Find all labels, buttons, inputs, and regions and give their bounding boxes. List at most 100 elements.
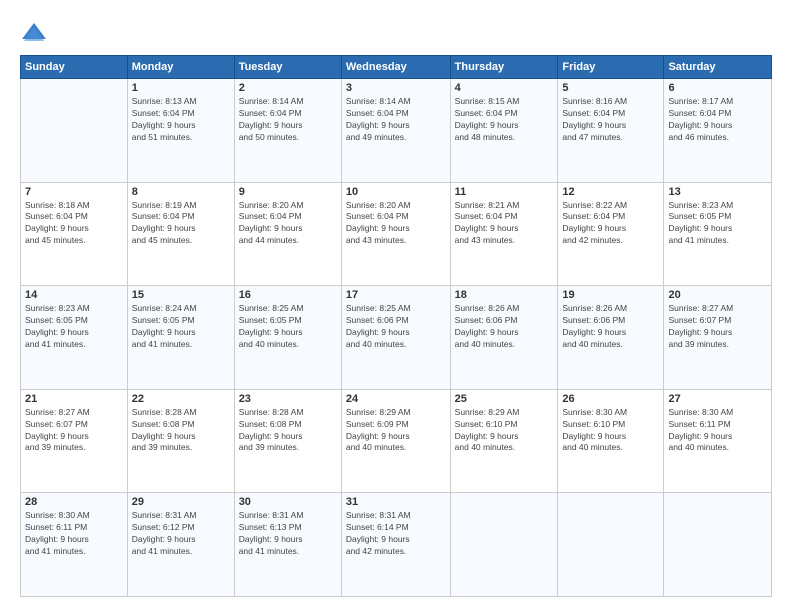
day-info: Sunrise: 8:29 AM Sunset: 6:09 PM Dayligh…	[346, 407, 446, 455]
calendar-cell: 10 Sunrise: 8:20 AM Sunset: 6:04 PM Dayli…	[341, 182, 450, 286]
calendar-cell	[558, 493, 664, 597]
calendar-weekday: Friday	[558, 56, 664, 79]
header	[20, 15, 772, 47]
day-info: Sunrise: 8:28 AM Sunset: 6:08 PM Dayligh…	[132, 407, 230, 455]
calendar-cell: 24 Sunrise: 8:29 AM Sunset: 6:09 PM Dayli…	[341, 389, 450, 493]
calendar-cell: 19 Sunrise: 8:26 AM Sunset: 6:06 PM Dayli…	[558, 286, 664, 390]
day-info: Sunrise: 8:15 AM Sunset: 6:04 PM Dayligh…	[455, 96, 554, 144]
calendar-weekday: Tuesday	[234, 56, 341, 79]
day-number: 9	[239, 186, 337, 198]
calendar-week-row: 28 Sunrise: 8:30 AM Sunset: 6:11 PM Dayli…	[21, 493, 772, 597]
day-info: Sunrise: 8:22 AM Sunset: 6:04 PM Dayligh…	[562, 200, 659, 248]
calendar-cell: 26 Sunrise: 8:30 AM Sunset: 6:10 PM Dayli…	[558, 389, 664, 493]
calendar-cell: 2Sunrise: 8:14 AM Sunset: 6:04 PM Daylig…	[234, 79, 341, 183]
day-info: Sunrise: 8:16 AM Sunset: 6:04 PM Dayligh…	[562, 96, 659, 144]
day-info: Sunrise: 8:26 AM Sunset: 6:06 PM Dayligh…	[455, 303, 554, 351]
calendar: SundayMondayTuesdayWednesdayThursdayFrid…	[20, 55, 772, 597]
day-number: 7	[25, 186, 123, 198]
day-number: 8	[132, 186, 230, 198]
calendar-cell: 23Sunrise: 8:28 AM Sunset: 6:08 PM Dayli…	[234, 389, 341, 493]
calendar-cell: 31Sunrise: 8:31 AM Sunset: 6:14 PM Dayli…	[341, 493, 450, 597]
day-number: 11	[455, 186, 554, 198]
day-info: Sunrise: 8:30 AM Sunset: 6:11 PM Dayligh…	[25, 510, 123, 558]
calendar-cell	[21, 79, 128, 183]
day-info: Sunrise: 8:28 AM Sunset: 6:08 PM Dayligh…	[239, 407, 337, 455]
calendar-cell: 29 Sunrise: 8:31 AM Sunset: 6:12 PM Dayli…	[127, 493, 234, 597]
day-info: Sunrise: 8:26 AM Sunset: 6:06 PM Dayligh…	[562, 303, 659, 351]
calendar-weekday: Wednesday	[341, 56, 450, 79]
calendar-cell: 14 Sunrise: 8:23 AM Sunset: 6:05 PM Dayli…	[21, 286, 128, 390]
logo	[20, 19, 52, 47]
calendar-cell: 6Sunrise: 8:17 AM Sunset: 6:04 PM Daylig…	[664, 79, 772, 183]
calendar-cell: 5 Sunrise: 8:16 AM Sunset: 6:04 PM Daylig…	[558, 79, 664, 183]
calendar-cell: 16 Sunrise: 8:25 AM Sunset: 6:05 PM Dayli…	[234, 286, 341, 390]
page: SundayMondayTuesdayWednesdayThursdayFrid…	[0, 0, 792, 612]
day-number: 16	[239, 289, 337, 301]
day-info: Sunrise: 8:13 AM Sunset: 6:04 PM Dayligh…	[132, 96, 230, 144]
day-number: 2	[239, 82, 337, 94]
calendar-cell: 11 Sunrise: 8:21 AM Sunset: 6:04 PM Dayli…	[450, 182, 558, 286]
day-number: 4	[455, 82, 554, 94]
calendar-cell: 7Sunrise: 8:18 AM Sunset: 6:04 PM Daylig…	[21, 182, 128, 286]
calendar-cell: 27Sunrise: 8:30 AM Sunset: 6:11 PM Dayli…	[664, 389, 772, 493]
calendar-cell: 28 Sunrise: 8:30 AM Sunset: 6:11 PM Dayli…	[21, 493, 128, 597]
day-info: Sunrise: 8:31 AM Sunset: 6:13 PM Dayligh…	[239, 510, 337, 558]
calendar-cell: 17 Sunrise: 8:25 AM Sunset: 6:06 PM Dayli…	[341, 286, 450, 390]
calendar-cell: 21Sunrise: 8:27 AM Sunset: 6:07 PM Dayli…	[21, 389, 128, 493]
day-info: Sunrise: 8:23 AM Sunset: 6:05 PM Dayligh…	[668, 200, 767, 248]
day-info: Sunrise: 8:21 AM Sunset: 6:04 PM Dayligh…	[455, 200, 554, 248]
calendar-cell: 1 Sunrise: 8:13 AM Sunset: 6:04 PM Daylig…	[127, 79, 234, 183]
calendar-cell: 22 Sunrise: 8:28 AM Sunset: 6:08 PM Dayli…	[127, 389, 234, 493]
calendar-weekday: Monday	[127, 56, 234, 79]
day-number: 1	[132, 82, 230, 94]
calendar-weekday: Saturday	[664, 56, 772, 79]
day-info: Sunrise: 8:29 AM Sunset: 6:10 PM Dayligh…	[455, 407, 554, 455]
day-number: 17	[346, 289, 446, 301]
day-number: 13	[668, 186, 767, 198]
day-number: 20	[668, 289, 767, 301]
day-number: 31	[346, 496, 446, 508]
day-number: 28	[25, 496, 123, 508]
day-info: Sunrise: 8:30 AM Sunset: 6:10 PM Dayligh…	[562, 407, 659, 455]
day-info: Sunrise: 8:25 AM Sunset: 6:05 PM Dayligh…	[239, 303, 337, 351]
calendar-cell: 9 Sunrise: 8:20 AM Sunset: 6:04 PM Daylig…	[234, 182, 341, 286]
day-info: Sunrise: 8:14 AM Sunset: 6:04 PM Dayligh…	[346, 96, 446, 144]
day-number: 14	[25, 289, 123, 301]
calendar-week-row: 1 Sunrise: 8:13 AM Sunset: 6:04 PM Daylig…	[21, 79, 772, 183]
day-number: 5	[562, 82, 659, 94]
day-number: 21	[25, 393, 123, 405]
day-info: Sunrise: 8:30 AM Sunset: 6:11 PM Dayligh…	[668, 407, 767, 455]
day-number: 12	[562, 186, 659, 198]
calendar-cell: 4 Sunrise: 8:15 AM Sunset: 6:04 PM Daylig…	[450, 79, 558, 183]
day-info: Sunrise: 8:19 AM Sunset: 6:04 PM Dayligh…	[132, 200, 230, 248]
calendar-cell: 20 Sunrise: 8:27 AM Sunset: 6:07 PM Dayli…	[664, 286, 772, 390]
day-info: Sunrise: 8:17 AM Sunset: 6:04 PM Dayligh…	[668, 96, 767, 144]
day-info: Sunrise: 8:20 AM Sunset: 6:04 PM Dayligh…	[239, 200, 337, 248]
calendar-cell: 18 Sunrise: 8:26 AM Sunset: 6:06 PM Dayli…	[450, 286, 558, 390]
day-number: 29	[132, 496, 230, 508]
calendar-cell: 30Sunrise: 8:31 AM Sunset: 6:13 PM Dayli…	[234, 493, 341, 597]
calendar-cell: 8 Sunrise: 8:19 AM Sunset: 6:04 PM Daylig…	[127, 182, 234, 286]
day-info: Sunrise: 8:27 AM Sunset: 6:07 PM Dayligh…	[668, 303, 767, 351]
day-info: Sunrise: 8:20 AM Sunset: 6:04 PM Dayligh…	[346, 200, 446, 248]
calendar-weekday: Thursday	[450, 56, 558, 79]
day-number: 3	[346, 82, 446, 94]
calendar-weekday: Sunday	[21, 56, 128, 79]
day-info: Sunrise: 8:24 AM Sunset: 6:05 PM Dayligh…	[132, 303, 230, 351]
day-info: Sunrise: 8:23 AM Sunset: 6:05 PM Dayligh…	[25, 303, 123, 351]
calendar-week-row: 14 Sunrise: 8:23 AM Sunset: 6:05 PM Dayli…	[21, 286, 772, 390]
day-info: Sunrise: 8:25 AM Sunset: 6:06 PM Dayligh…	[346, 303, 446, 351]
calendar-cell: 12 Sunrise: 8:22 AM Sunset: 6:04 PM Dayli…	[558, 182, 664, 286]
day-number: 22	[132, 393, 230, 405]
day-number: 25	[455, 393, 554, 405]
day-number: 19	[562, 289, 659, 301]
calendar-week-row: 7Sunrise: 8:18 AM Sunset: 6:04 PM Daylig…	[21, 182, 772, 286]
logo-icon	[20, 19, 48, 47]
day-info: Sunrise: 8:31 AM Sunset: 6:12 PM Dayligh…	[132, 510, 230, 558]
day-number: 26	[562, 393, 659, 405]
day-number: 18	[455, 289, 554, 301]
calendar-cell	[664, 493, 772, 597]
calendar-cell: 25 Sunrise: 8:29 AM Sunset: 6:10 PM Dayli…	[450, 389, 558, 493]
day-number: 24	[346, 393, 446, 405]
day-number: 10	[346, 186, 446, 198]
